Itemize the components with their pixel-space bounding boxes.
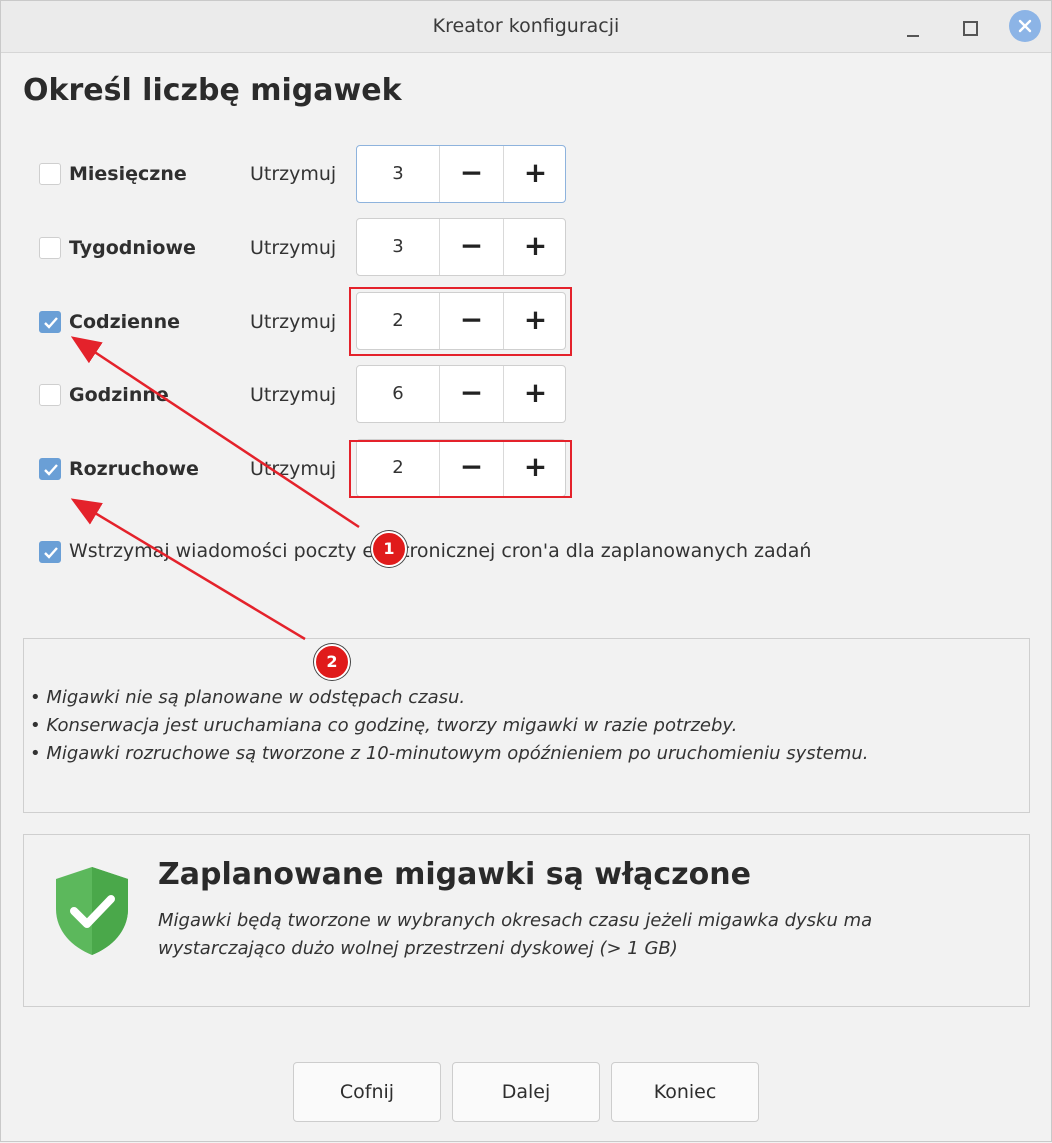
monthly-decrement-button[interactable]: − bbox=[439, 146, 503, 202]
annotation-badge-2: 2 bbox=[314, 644, 350, 680]
info-line: • Migawki rozruchowe są tworzone z 10-mi… bbox=[30, 743, 869, 764]
checkmark-icon bbox=[44, 547, 58, 559]
row-hourly: Godzinne Utrzymuj 6 − + bbox=[1, 365, 1052, 425]
highlight-box-boot bbox=[349, 440, 572, 498]
monthly-checkbox[interactable] bbox=[39, 163, 61, 185]
status-description: Migawki będą tworzone w wybranych okresa… bbox=[158, 910, 873, 931]
monthly-keep-label: Utrzymuj bbox=[250, 163, 337, 185]
weekly-increment-button[interactable]: + bbox=[503, 219, 567, 275]
status-description: wystarczająco dużo wolnej przestrzeni dy… bbox=[158, 938, 678, 959]
daily-keep-label: Utrzymuj bbox=[250, 311, 337, 333]
boot-checkbox[interactable] bbox=[39, 458, 61, 480]
weekly-checkbox[interactable] bbox=[39, 237, 61, 259]
info-line: • Migawki nie są planowane w odstępach c… bbox=[30, 687, 466, 708]
checkmark-icon bbox=[44, 464, 58, 476]
info-line: • Konserwacja jest uruchamiana co godzin… bbox=[30, 715, 738, 736]
close-button[interactable] bbox=[1009, 10, 1041, 42]
weekly-decrement-button[interactable]: − bbox=[439, 219, 503, 275]
status-title: Zaplanowane migawki są włączone bbox=[158, 857, 751, 892]
close-icon bbox=[1018, 19, 1032, 33]
weekly-count-input[interactable]: 3 bbox=[357, 219, 439, 275]
hourly-checkbox[interactable] bbox=[39, 384, 61, 406]
monthly-count-input[interactable]: 3 bbox=[357, 146, 439, 202]
minimize-button[interactable] bbox=[897, 11, 929, 43]
annotation-badge-1: 1 bbox=[371, 531, 407, 567]
weekly-spinner: 3 − + bbox=[356, 218, 566, 276]
daily-checkbox[interactable] bbox=[39, 311, 61, 333]
hourly-spinner: 6 − + bbox=[356, 365, 566, 423]
status-panel: Zaplanowane migawki są włączone Migawki … bbox=[23, 834, 1030, 1007]
back-button[interactable]: Cofnij bbox=[293, 1062, 441, 1122]
maximize-button[interactable] bbox=[953, 11, 985, 43]
suppress-cron-label: Wstrzymaj wiadomości poczty elektroniczn… bbox=[69, 540, 812, 562]
arrow-2 bbox=[70, 498, 306, 641]
hourly-increment-button[interactable]: + bbox=[503, 366, 567, 422]
weekly-label: Tygodniowe bbox=[69, 237, 196, 259]
suppress-cron-row: Wstrzymaj wiadomości poczty elektroniczn… bbox=[1, 535, 1052, 569]
boot-label: Rozruchowe bbox=[69, 458, 199, 480]
monthly-label: Miesięczne bbox=[69, 163, 187, 185]
page-heading: Określ liczbę migawek bbox=[23, 73, 402, 108]
boot-keep-label: Utrzymuj bbox=[250, 458, 337, 480]
hourly-keep-label: Utrzymuj bbox=[250, 384, 337, 406]
monthly-increment-button[interactable]: + bbox=[503, 146, 567, 202]
weekly-keep-label: Utrzymuj bbox=[250, 237, 337, 259]
checkmark-icon bbox=[44, 317, 58, 329]
monthly-spinner: 3 − + bbox=[356, 145, 566, 203]
config-wizard-window: Kreator konfiguracji Określ liczbę migaw… bbox=[0, 0, 1052, 1142]
row-weekly: Tygodniowe Utrzymuj 3 − + bbox=[1, 218, 1052, 278]
highlight-box-daily bbox=[349, 287, 572, 356]
info-panel: • Migawki nie są planowane w odstępach c… bbox=[23, 638, 1030, 813]
hourly-decrement-button[interactable]: − bbox=[439, 366, 503, 422]
daily-label: Codzienne bbox=[69, 311, 180, 333]
suppress-cron-checkbox[interactable] bbox=[39, 541, 61, 563]
window-title: Kreator konfiguracji bbox=[432, 15, 620, 37]
titlebar: Kreator konfiguracji bbox=[1, 1, 1051, 53]
finish-button[interactable]: Koniec bbox=[611, 1062, 759, 1122]
hourly-count-input[interactable]: 6 bbox=[357, 366, 439, 422]
next-button[interactable]: Dalej bbox=[452, 1062, 600, 1122]
hourly-label: Godzinne bbox=[69, 384, 169, 406]
row-monthly: Miesięczne Utrzymuj 3 − + bbox=[1, 145, 1052, 205]
shield-check-icon bbox=[56, 867, 128, 955]
